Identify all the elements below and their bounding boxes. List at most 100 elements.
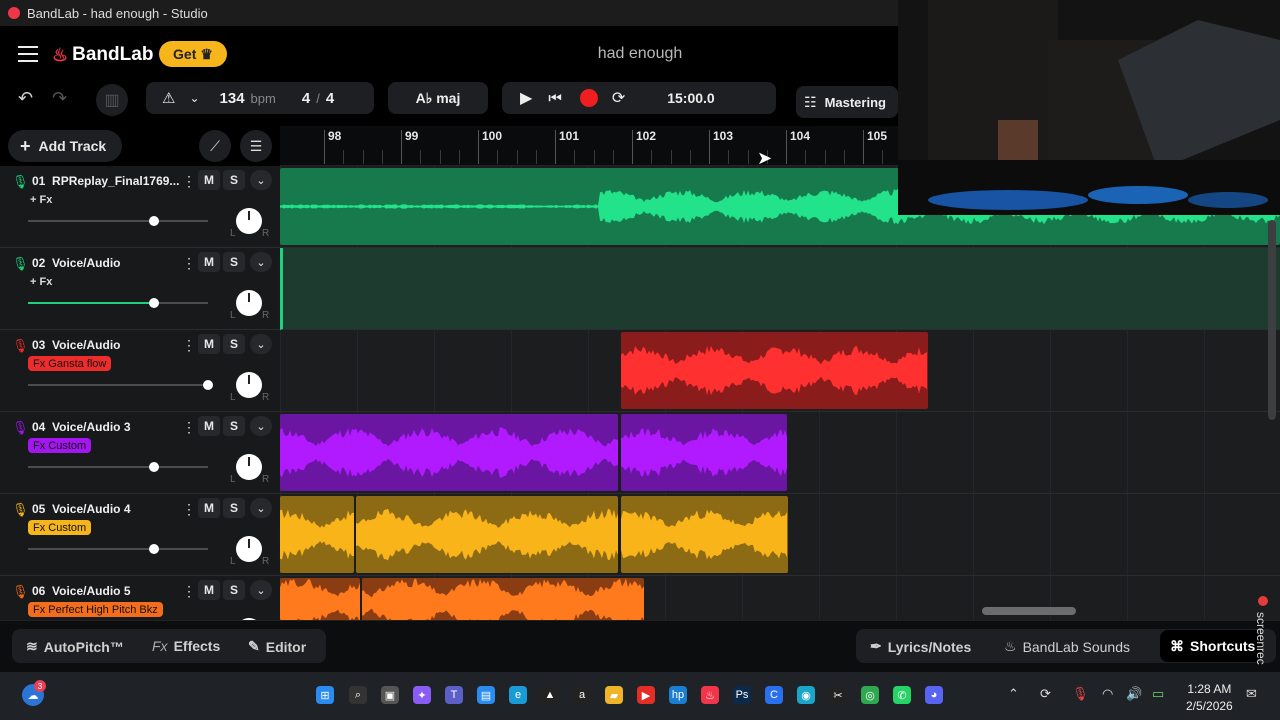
- record-icon[interactable]: [579, 89, 598, 107]
- fx-tag[interactable]: Fx Perfect High Pitch Bkz: [28, 602, 163, 617]
- volume-icon[interactable]: 🔊: [1126, 686, 1142, 702]
- audio-clip[interactable]: [621, 332, 928, 409]
- track-name[interactable]: 03 Voice/Audio: [32, 338, 120, 352]
- mute-button[interactable]: M: [198, 580, 220, 600]
- volume-knob[interactable]: [149, 298, 159, 308]
- track-lane[interactable]: [280, 412, 1280, 494]
- track-menu-icon[interactable]: ⋮: [182, 337, 196, 354]
- mastering-button[interactable]: ☷ Mastering: [796, 86, 898, 118]
- audio-clip[interactable]: [621, 496, 788, 573]
- discord-icon[interactable]: ◕: [925, 686, 943, 704]
- get-membership-button[interactable]: Get ♛: [159, 41, 227, 67]
- solo-button[interactable]: S: [223, 416, 245, 436]
- solo-button[interactable]: S: [223, 498, 245, 518]
- volume-knob[interactable]: [149, 216, 159, 226]
- chrome-icon[interactable]: ◎: [861, 686, 879, 704]
- solo-button[interactable]: S: [223, 252, 245, 272]
- track-header[interactable]: 🎙 03 Voice/Audio ⋮ M S ⌄ Fx Gansta flow L R: [0, 330, 280, 412]
- task-view-icon[interactable]: ▣: [381, 686, 399, 704]
- mute-button[interactable]: M: [198, 334, 220, 354]
- track-menu-icon[interactable]: ⋮: [182, 255, 196, 272]
- bandlab-sounds-button[interactable]: ♨ BandLab Sounds: [1004, 638, 1130, 655]
- track-name[interactable]: 02 Voice/Audio: [32, 256, 120, 270]
- chevron-down-icon[interactable]: ⌄: [250, 252, 272, 272]
- solo-button[interactable]: S: [223, 580, 245, 600]
- solo-button[interactable]: S: [223, 334, 245, 354]
- pan-knob[interactable]: [236, 208, 262, 234]
- pan-knob[interactable]: [236, 454, 262, 480]
- tempo-value[interactable]: 134: [220, 90, 245, 107]
- track-menu-icon[interactable]: ⋮: [182, 173, 196, 190]
- track-name[interactable]: 05 Voice/Audio 4: [32, 502, 131, 516]
- lyrics-notes-button[interactable]: ✒ Lyrics/Notes: [870, 638, 971, 655]
- chevron-down-icon[interactable]: ⌄: [250, 334, 272, 354]
- vertical-scrollbar[interactable]: [1268, 220, 1276, 420]
- track-menu-icon[interactable]: ⋮: [182, 501, 196, 518]
- fx-tag[interactable]: + Fx: [28, 192, 57, 207]
- track-lane[interactable]: [280, 248, 1280, 330]
- skip-to-start-icon[interactable]: ⏮: [548, 90, 562, 107]
- fx-tag[interactable]: Fx Custom: [28, 438, 92, 453]
- chevron-down-icon[interactable]: ⌄: [250, 170, 272, 190]
- metronome-dropdown-icon[interactable]: ⌄: [189, 91, 199, 105]
- solo-button[interactable]: S: [223, 170, 245, 190]
- track-name[interactable]: 01 RPReplay_Final1769...: [32, 174, 179, 188]
- fx-tag[interactable]: + Fx: [28, 274, 57, 289]
- battery-icon[interactable]: ▭: [1152, 686, 1164, 702]
- audio-clip[interactable]: [621, 414, 787, 491]
- windows-start-icon[interactable]: ⊞: [316, 686, 334, 704]
- volume-slider[interactable]: [28, 544, 208, 554]
- time-signature-denominator[interactable]: 4: [326, 90, 334, 107]
- time-signature-numerator[interactable]: 4: [302, 90, 310, 107]
- edge-icon[interactable]: e: [509, 686, 527, 704]
- tray-overflow-icon[interactable]: ⌃: [1008, 686, 1019, 702]
- volume-knob[interactable]: [149, 462, 159, 472]
- fx-tag[interactable]: Fx Custom: [28, 520, 92, 535]
- whatsapp-icon[interactable]: ✆: [893, 686, 911, 704]
- file-explorer-icon[interactable]: ▰: [605, 686, 623, 704]
- fx-tag[interactable]: Fx Gansta flow: [28, 356, 112, 371]
- track-settings-icon[interactable]: ☰: [240, 130, 272, 162]
- chevron-down-icon[interactable]: ⌄: [250, 416, 272, 436]
- effects-button[interactable]: Fx Effects: [152, 638, 220, 654]
- volume-slider[interactable]: [28, 216, 208, 226]
- track-lane[interactable]: [280, 494, 1280, 576]
- notifications-icon[interactable]: ✉: [1246, 686, 1257, 702]
- track-name[interactable]: 06 Voice/Audio 5: [32, 584, 131, 598]
- horizontal-scrollbar[interactable]: [982, 607, 1076, 615]
- autopitch-button[interactable]: ≋ AutoPitch™: [26, 638, 124, 655]
- teams-icon[interactable]: T: [445, 686, 463, 704]
- volume-slider[interactable]: [28, 462, 208, 472]
- track-menu-icon[interactable]: ⋮: [182, 583, 196, 600]
- capcut-icon[interactable]: ✂: [829, 686, 847, 704]
- youtube-icon[interactable]: ▶: [637, 686, 655, 704]
- copilot-icon[interactable]: ✦: [413, 686, 431, 704]
- piano-keys-icon[interactable]: ▥: [96, 84, 128, 116]
- mute-button[interactable]: M: [198, 498, 220, 518]
- sync-icon[interactable]: ⟳: [1040, 686, 1051, 702]
- mute-button[interactable]: M: [198, 252, 220, 272]
- track-name[interactable]: 04 Voice/Audio 3: [32, 420, 131, 434]
- automation-icon[interactable]: ⟋: [199, 130, 231, 162]
- cursor-app-icon[interactable]: ▲: [541, 686, 559, 704]
- track-header[interactable]: 🎙 04 Voice/Audio 3 ⋮ M S ⌄ Fx Custom L R: [0, 412, 280, 494]
- bandlab-taskbar-icon[interactable]: ♨: [701, 686, 719, 704]
- menu-icon[interactable]: [18, 46, 38, 62]
- microphone-tray-icon[interactable]: 🎙: [1072, 686, 1089, 702]
- audio-clip[interactable]: [356, 496, 618, 573]
- pan-knob[interactable]: [236, 372, 262, 398]
- photoshop-icon[interactable]: Ps: [733, 686, 751, 704]
- track-menu-icon[interactable]: ⋮: [182, 419, 196, 436]
- audio-clip[interactable]: [280, 414, 618, 491]
- chevron-down-icon[interactable]: ⌄: [250, 580, 272, 600]
- play-icon[interactable]: ▶: [520, 88, 532, 108]
- taskbar-clock[interactable]: 1:28 AM 2/5/2026: [1186, 681, 1233, 715]
- track-header[interactable]: 🎙 02 Voice/Audio ⋮ M S ⌄ + Fx L R: [0, 248, 280, 330]
- add-track-button[interactable]: + Add Track: [8, 130, 122, 162]
- mute-button[interactable]: M: [198, 416, 220, 436]
- store-icon[interactable]: ▤: [477, 686, 495, 704]
- hp-icon[interactable]: hp: [669, 686, 687, 704]
- volume-slider[interactable]: [28, 298, 208, 308]
- mute-button[interactable]: M: [198, 170, 220, 190]
- shortcuts-button[interactable]: ⌘ Shortcuts: [1160, 630, 1262, 662]
